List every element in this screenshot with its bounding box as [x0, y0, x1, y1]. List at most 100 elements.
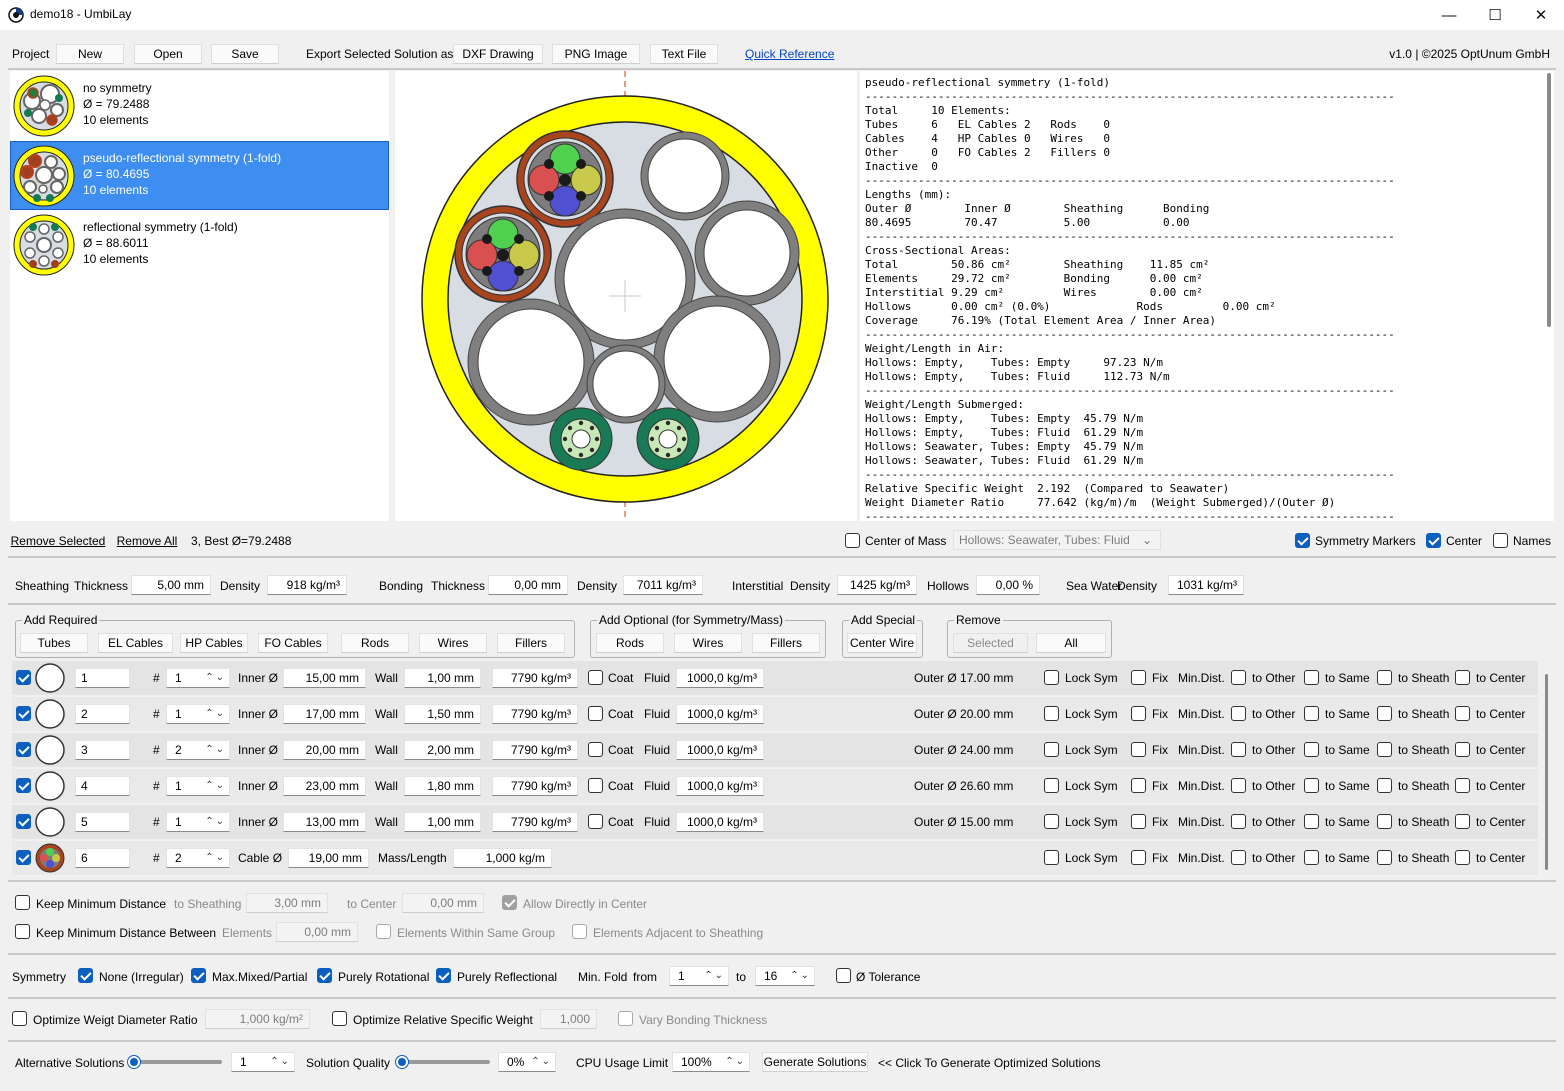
- element-count-spinner[interactable]: 1 ⌃⌄: [166, 776, 230, 796]
- wall-input[interactable]: 1,80 mm: [404, 776, 481, 796]
- slider-thumb[interactable]: [128, 1056, 140, 1068]
- open-button[interactable]: Open: [134, 44, 202, 64]
- element-name-input[interactable]: 3: [75, 740, 130, 760]
- wall-input[interactable]: 1,00 mm: [404, 812, 481, 832]
- minimize-icon[interactable]: —: [1426, 0, 1472, 30]
- new-button[interactable]: New: [56, 44, 124, 64]
- sym-mixed-checkbox[interactable]: [191, 968, 206, 983]
- cable-diameter-input[interactable]: 19,00 mm: [288, 848, 369, 868]
- wall-input[interactable]: 1,00 mm: [404, 668, 481, 688]
- row-to-center-checkbox[interactable]: [1455, 850, 1470, 865]
- tube-density-input[interactable]: 7790 kg/m³: [492, 776, 578, 796]
- row-fix-checkbox[interactable]: [1131, 814, 1146, 829]
- row-enable-checkbox[interactable]: [16, 814, 31, 829]
- add-optional-wires-button[interactable]: Wires: [674, 633, 742, 653]
- adjacent-sheathing-checkbox[interactable]: [572, 924, 587, 939]
- inner-diameter-input[interactable]: 20,00 mm: [283, 740, 366, 760]
- row-lock-sym-checkbox[interactable]: [1044, 814, 1059, 829]
- sheathing-thickness-input[interactable]: 5,00 mm: [131, 575, 211, 595]
- row-to-sheath-checkbox[interactable]: [1377, 742, 1392, 757]
- min-distance-elements-input[interactable]: 0,00 mm: [276, 922, 358, 942]
- fluid-density-input[interactable]: 1000,0 kg/m³: [676, 704, 764, 724]
- remove-all-elements-button[interactable]: All: [1036, 633, 1106, 653]
- tube-density-input[interactable]: 7790 kg/m³: [492, 740, 578, 760]
- row-fix-checkbox[interactable]: [1131, 850, 1146, 865]
- bonding-thickness-input[interactable]: 0,00 mm: [488, 575, 568, 595]
- inner-diameter-input[interactable]: 15,00 mm: [283, 668, 366, 688]
- solution-item[interactable]: reflectional symmetry (1-fold) Ø = 88.60…: [10, 210, 389, 279]
- maximize-icon[interactable]: ☐: [1472, 0, 1518, 30]
- row-fix-checkbox[interactable]: [1131, 778, 1146, 793]
- add-wires-button[interactable]: Wires: [419, 633, 487, 653]
- save-button[interactable]: Save: [211, 44, 279, 64]
- row-to-same-checkbox[interactable]: [1304, 814, 1319, 829]
- row-enable-checkbox[interactable]: [16, 742, 31, 757]
- element-name-input[interactable]: 2: [75, 704, 130, 724]
- row-to-same-checkbox[interactable]: [1304, 742, 1319, 757]
- alternative-solutions-spinner[interactable]: 1 ⌃⌄: [231, 1052, 295, 1072]
- center-checkbox[interactable]: [1426, 533, 1441, 548]
- names-checkbox[interactable]: [1493, 533, 1508, 548]
- tube-density-input[interactable]: 7790 kg/m³: [492, 704, 578, 724]
- element-name-input[interactable]: 5: [75, 812, 130, 832]
- row-enable-checkbox[interactable]: [16, 706, 31, 721]
- add-fillers-button[interactable]: Fillers: [497, 633, 565, 653]
- export-dxf-button[interactable]: DXF Drawing: [453, 44, 543, 64]
- row-lock-sym-checkbox[interactable]: [1044, 670, 1059, 685]
- inner-diameter-input[interactable]: 13,00 mm: [283, 812, 366, 832]
- element-name-input[interactable]: 6: [75, 848, 130, 868]
- row-to-sheath-checkbox[interactable]: [1377, 670, 1392, 685]
- add-optional-rods-button[interactable]: Rods: [596, 633, 664, 653]
- wall-input[interactable]: 2,00 mm: [404, 740, 481, 760]
- close-icon[interactable]: ✕: [1518, 0, 1564, 30]
- vary-bonding-checkbox[interactable]: [618, 1011, 633, 1026]
- row-to-other-checkbox[interactable]: [1231, 742, 1246, 757]
- row-lock-sym-checkbox[interactable]: [1044, 742, 1059, 757]
- coat-checkbox[interactable]: [588, 778, 603, 793]
- allow-center-checkbox[interactable]: [502, 895, 517, 910]
- interstitial-density-input[interactable]: 1425 kg/m³: [837, 575, 917, 595]
- row-lock-sym-checkbox[interactable]: [1044, 778, 1059, 793]
- row-to-sheath-checkbox[interactable]: [1377, 850, 1392, 865]
- row-to-other-checkbox[interactable]: [1231, 850, 1246, 865]
- optimize-rsw-checkbox[interactable]: [332, 1011, 347, 1026]
- export-png-button[interactable]: PNG Image: [552, 44, 640, 64]
- row-to-sheath-checkbox[interactable]: [1377, 778, 1392, 793]
- element-name-input[interactable]: 1: [75, 668, 130, 688]
- quick-reference-link[interactable]: Quick Reference: [745, 47, 834, 61]
- add-hp-cables-button[interactable]: HP Cables: [180, 633, 248, 653]
- element-list-scrollbar[interactable]: [1545, 674, 1548, 870]
- tube-density-input[interactable]: 7790 kg/m³: [492, 812, 578, 832]
- fold-from-spinner[interactable]: 1 ⌃⌄: [669, 966, 729, 986]
- coat-checkbox[interactable]: [588, 706, 603, 721]
- solution-item[interactable]: no symmetry Ø = 79.2488 10 elements: [10, 71, 389, 140]
- add-center-wire-button[interactable]: Center Wire: [847, 633, 917, 653]
- tube-density-input[interactable]: 7790 kg/m³: [492, 668, 578, 688]
- row-to-center-checkbox[interactable]: [1455, 814, 1470, 829]
- keep-min-distance-checkbox[interactable]: [15, 895, 30, 910]
- element-count-spinner[interactable]: 1 ⌃⌄: [166, 812, 230, 832]
- row-to-other-checkbox[interactable]: [1231, 778, 1246, 793]
- cross-section-view[interactable]: [395, 71, 857, 521]
- solution-item-selected[interactable]: pseudo-reflectional symmetry (1-fold) Ø …: [10, 141, 389, 210]
- sym-rotational-checkbox[interactable]: [317, 968, 332, 983]
- wall-input[interactable]: 1,50 mm: [404, 704, 481, 724]
- inner-diameter-input[interactable]: 17,00 mm: [283, 704, 366, 724]
- fold-to-spinner[interactable]: 16 ⌃⌄: [755, 966, 815, 986]
- row-to-sheath-checkbox[interactable]: [1377, 814, 1392, 829]
- row-to-other-checkbox[interactable]: [1231, 706, 1246, 721]
- row-fix-checkbox[interactable]: [1131, 670, 1146, 685]
- row-to-center-checkbox[interactable]: [1455, 706, 1470, 721]
- element-count-spinner[interactable]: 1 ⌃⌄: [166, 704, 230, 724]
- row-lock-sym-checkbox[interactable]: [1044, 850, 1059, 865]
- solution-quality-slider[interactable]: [398, 1060, 490, 1064]
- coat-checkbox[interactable]: [588, 670, 603, 685]
- element-count-spinner[interactable]: 2 ⌃⌄: [166, 740, 230, 760]
- fluid-density-input[interactable]: 1000,0 kg/m³: [676, 740, 764, 760]
- element-count-spinner[interactable]: 2 ⌃⌄: [166, 848, 230, 868]
- fluid-density-input[interactable]: 1000,0 kg/m³: [676, 812, 764, 832]
- row-enable-checkbox[interactable]: [16, 778, 31, 793]
- row-to-same-checkbox[interactable]: [1304, 706, 1319, 721]
- symmetry-markers-checkbox[interactable]: [1295, 533, 1310, 548]
- solution-quality-spinner[interactable]: 0% ⌃⌄: [498, 1052, 556, 1072]
